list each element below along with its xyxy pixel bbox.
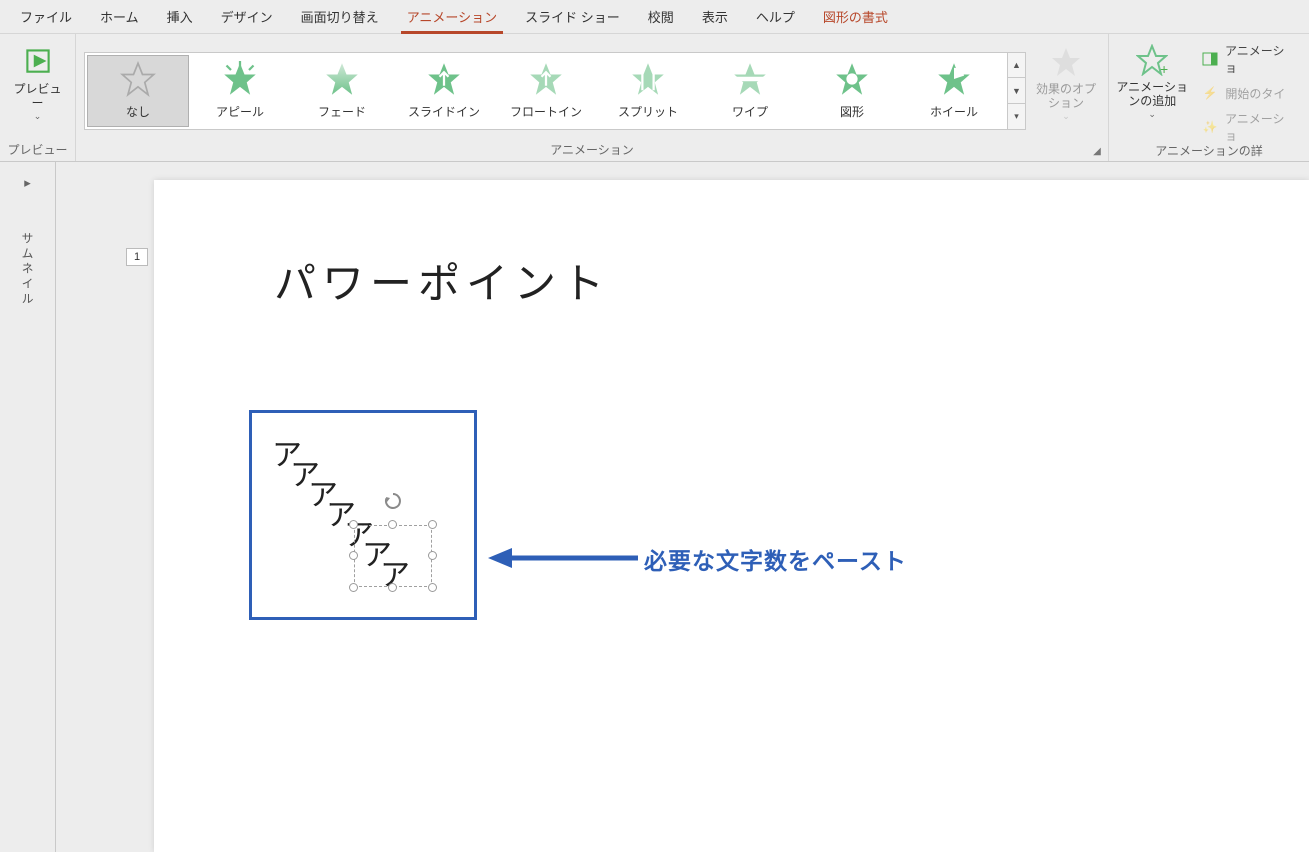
add-animation-icon: + — [1136, 44, 1168, 76]
group-advanced-label: アニメーションの詳 — [1109, 142, 1309, 161]
anim-none-label: なし — [126, 103, 150, 120]
tab-review[interactable]: 校閲 — [634, 1, 688, 33]
preview-icon — [21, 44, 55, 78]
page-number-badge: 1 — [126, 248, 148, 266]
anim-split[interactable]: スプリット — [597, 55, 699, 127]
anim-wheel[interactable]: ホイール — [903, 55, 1005, 127]
tab-animation[interactable]: アニメーション — [393, 1, 511, 33]
callout-text: 必要な文字数をペースト — [644, 542, 907, 576]
add-animation-label: アニメーションの追加 — [1113, 80, 1191, 109]
animation-pane-button[interactable]: アニメーショ — [1201, 44, 1295, 74]
callout-arrow-icon — [488, 546, 638, 570]
trigger-icon: ⚡ — [1201, 84, 1219, 102]
preview-button[interactable]: プレビュー ⌄ — [8, 38, 67, 141]
handle-ml[interactable] — [349, 551, 358, 560]
anim-shape-label: 図形 — [840, 103, 864, 120]
advanced-mini: アニメーショ ⚡ 開始のタイ ✨ アニメーショ — [1191, 38, 1305, 142]
animation-gallery-items: なし アピール フェード スライドイン — [84, 52, 1008, 130]
effect-options-icon — [1050, 46, 1082, 78]
tab-home[interactable]: ホーム — [86, 1, 153, 33]
gallery-down[interactable]: ▼ — [1008, 78, 1025, 104]
trigger-button: ⚡ 開始のタイ — [1201, 78, 1295, 108]
ribbon: プレビュー ⌄ プレビュー なし アピール — [0, 34, 1309, 162]
handle-bm[interactable] — [388, 583, 397, 592]
group-animation-label: アニメーション — [76, 141, 1108, 161]
effect-options-label: 効果のオプション — [1032, 82, 1100, 111]
selected-textbox[interactable] — [354, 525, 432, 587]
tab-shape-format[interactable]: 図形の書式 — [809, 1, 902, 33]
selection-outline — [354, 525, 432, 587]
handle-bl[interactable] — [349, 583, 358, 592]
anim-split-label: スプリット — [618, 103, 678, 120]
thumbnail-expand[interactable]: ▸ — [19, 174, 37, 192]
anim-shape[interactable]: 図形 — [801, 55, 903, 127]
anim-none[interactable]: なし — [87, 55, 189, 127]
animation-gallery: なし アピール フェード スライドイン — [84, 52, 1026, 130]
tab-view[interactable]: 表示 — [688, 1, 742, 33]
animation-dialog-launcher[interactable]: ◢ — [1090, 144, 1104, 158]
pane-icon — [1201, 50, 1219, 68]
gallery-scroll: ▲ ▼ ▾ — [1008, 52, 1026, 130]
tab-design[interactable]: デザイン — [207, 1, 287, 33]
animation-painter-label: アニメーショ — [1225, 110, 1295, 144]
slide-canvas[interactable]: 1 パワーポイント ア ア ア ア ア ア ア — [56, 162, 1309, 852]
handle-tl[interactable] — [349, 520, 358, 529]
thumbnail-rail: ▸ サムネイル — [0, 162, 56, 852]
tab-help[interactable]: ヘルプ — [742, 1, 809, 33]
anim-slidein[interactable]: スライドイン — [393, 55, 495, 127]
tab-transition[interactable]: 画面切り替え — [287, 1, 393, 33]
animation-painter-button: ✨ アニメーショ — [1201, 112, 1295, 142]
group-advanced: + アニメーションの追加 ⌄ アニメーショ ⚡ 開始のタイ ✨ アニメーショ — [1109, 34, 1309, 161]
anim-appear[interactable]: アピール — [189, 55, 291, 127]
anim-appear-label: アピール — [216, 103, 264, 120]
handle-tr[interactable] — [428, 520, 437, 529]
rotate-handle-icon[interactable] — [383, 491, 403, 511]
anim-wheel-label: ホイール — [930, 103, 978, 120]
slide-title[interactable]: パワーポイント — [274, 250, 610, 311]
group-animation: なし アピール フェード スライドイン — [76, 34, 1109, 161]
add-animation-button[interactable]: + アニメーションの追加 ⌄ — [1113, 38, 1191, 142]
tab-file[interactable]: ファイル — [6, 1, 86, 33]
painter-icon: ✨ — [1201, 118, 1219, 136]
animation-pane-label: アニメーショ — [1225, 42, 1295, 76]
gallery-up[interactable]: ▲ — [1008, 53, 1025, 79]
gallery-more[interactable]: ▾ — [1008, 104, 1025, 129]
preview-label: プレビュー — [8, 82, 67, 111]
handle-br[interactable] — [428, 583, 437, 592]
handle-mr[interactable] — [428, 551, 437, 560]
anim-wipe[interactable]: ワイプ — [699, 55, 801, 127]
anim-fade-label: フェード — [318, 103, 366, 120]
anim-fade[interactable]: フェード — [291, 55, 393, 127]
ribbon-tabs: ファイル ホーム 挿入 デザイン 画面切り替え アニメーション スライド ショー… — [0, 0, 1309, 34]
work-area: ▸ サムネイル 1 パワーポイント ア ア ア ア ア ア ア — [0, 162, 1309, 852]
thumbnail-label: サムネイル — [19, 232, 36, 307]
anim-floatin[interactable]: フロートイン — [495, 55, 597, 127]
tab-insert[interactable]: 挿入 — [153, 1, 207, 33]
anim-wipe-label: ワイプ — [732, 103, 768, 120]
group-preview-label: プレビュー — [0, 141, 75, 161]
effect-options-button: 効果のオプション ⌄ — [1032, 40, 1100, 141]
tab-slideshow[interactable]: スライド ショー — [511, 1, 634, 33]
trigger-label: 開始のタイ — [1225, 85, 1285, 102]
anim-floatin-label: フロートイン — [510, 103, 582, 120]
handle-tm[interactable] — [388, 520, 397, 529]
svg-text:+: + — [1160, 61, 1168, 76]
anim-slidein-label: スライドイン — [408, 103, 480, 120]
slide[interactable]: パワーポイント ア ア ア ア ア ア ア — [154, 180, 1309, 852]
group-preview: プレビュー ⌄ プレビュー — [0, 34, 76, 161]
